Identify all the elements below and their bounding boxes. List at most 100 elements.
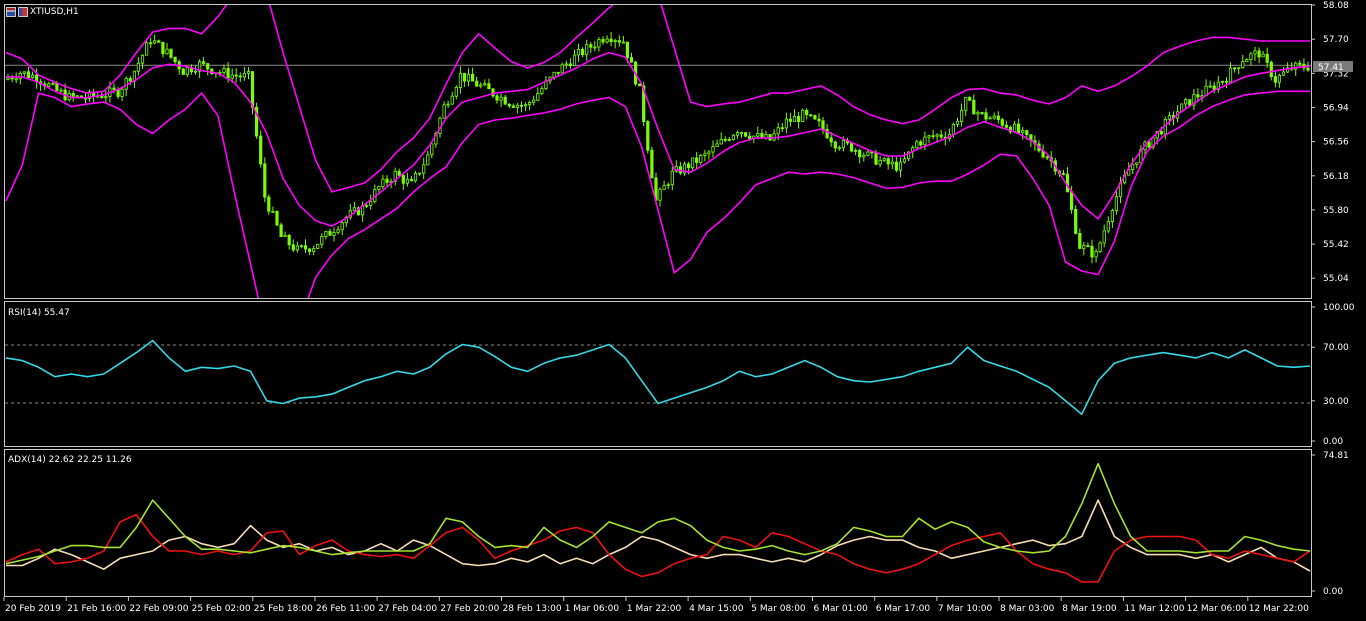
candle-body (784, 118, 789, 129)
candle-body (996, 115, 1000, 120)
candle-body (75, 95, 79, 98)
y-axis-labels: 58.0857.7057.3256.9456.5656.1855.8055.42… (1311, 1, 1355, 597)
candle-body (801, 109, 805, 122)
time-axis-labels: 20 Feb 2019 21 Feb 16:00 22 Feb 09:00 25 Fe… (3, 597, 1309, 614)
candle-body (316, 243, 320, 249)
candle-body (59, 89, 63, 92)
candle-body (988, 117, 992, 120)
candle-body (581, 49, 585, 56)
candle-body (625, 41, 630, 58)
time-tick-label: 7 Mar 10:00 (938, 604, 993, 614)
candle-body (442, 104, 446, 119)
candle-body (511, 105, 515, 108)
price-tick-label: 58.08 (1323, 1, 1349, 11)
candle-body (552, 71, 556, 78)
candle-body (980, 112, 984, 114)
candle-body (609, 38, 613, 42)
candle-body (507, 103, 511, 107)
candle-body (862, 154, 866, 158)
candle-body (687, 163, 691, 169)
candle-body (984, 112, 988, 120)
time-tick-label: 6 Mar 17:00 (876, 604, 931, 614)
candle-body (401, 175, 405, 184)
candle-body (287, 234, 291, 246)
candle-body (536, 93, 540, 101)
candle-body (850, 142, 854, 152)
time-tick-label: 12 Mar 06:00 (1187, 604, 1247, 614)
candle-body (792, 116, 797, 122)
candle-body (939, 134, 943, 138)
candle-body (964, 97, 968, 111)
candle-body (1017, 123, 1021, 134)
candle-body (524, 104, 528, 107)
candle-body (1228, 67, 1233, 83)
candle-body (259, 135, 263, 165)
candle-body (1208, 85, 1212, 88)
candle-body (409, 178, 414, 182)
candle-body (878, 160, 882, 165)
candle-body (169, 48, 173, 58)
candle-body (22, 71, 26, 74)
candle-body (1273, 76, 1277, 83)
candle-body (483, 83, 487, 86)
candle-body (161, 41, 165, 55)
candle-body (470, 73, 475, 82)
candle-body (30, 74, 35, 78)
time-tick-label: 12 Mar 22:00 (1249, 604, 1309, 614)
time-tick-label: 27 Feb 04:00 (378, 604, 437, 614)
symbol-title: XTIUSD,H1 (30, 7, 79, 17)
candle-body (201, 61, 206, 64)
candle-body (328, 230, 332, 236)
candle-body (1106, 221, 1110, 232)
candle-body (992, 115, 996, 119)
candle-body (1253, 50, 1257, 55)
candle-body (1135, 162, 1139, 165)
candle-body (1004, 124, 1009, 128)
candle-body (955, 120, 960, 125)
candle-body (817, 118, 821, 122)
candle-body (597, 39, 601, 48)
candle-body (1265, 53, 1269, 63)
candle-body (707, 151, 711, 155)
candle-body (723, 138, 727, 141)
candle-body (364, 204, 369, 207)
candle-body (397, 170, 401, 176)
time-tick-label: 4 Mar 15:00 (689, 604, 744, 614)
candle-body (560, 64, 564, 74)
candle-body (499, 96, 503, 101)
rsi-layer (5, 339, 1311, 416)
candle-body (593, 46, 597, 49)
rsi-tick-label: 70.00 (1323, 343, 1349, 353)
candle-body (267, 196, 271, 212)
time-tick-label: 8 Mar 03:00 (1000, 604, 1055, 614)
time-tick-label: 22 Feb 09:00 (129, 604, 188, 614)
candle-body (26, 71, 31, 78)
candle-body (866, 151, 870, 156)
chart-canvas[interactable]: 58.0857.7057.3256.9456.5656.1855.8055.42… (0, 0, 1366, 621)
rsi-tick-label: 100.00 (1323, 303, 1355, 313)
candle-body (898, 161, 903, 171)
candle-body (1074, 208, 1078, 234)
candle-body (972, 99, 976, 115)
candle-body (797, 116, 801, 122)
candle-body (1233, 67, 1237, 70)
candle-body (413, 172, 418, 182)
flag-icon (6, 7, 16, 17)
candle-body (446, 103, 450, 106)
candle-body (475, 80, 479, 87)
candle-body (1098, 242, 1102, 252)
time-tick-label: 26 Feb 11:00 (316, 604, 375, 614)
candle-body (124, 78, 128, 90)
candle-body (185, 67, 189, 75)
candle-body (919, 141, 923, 146)
candle-body (1306, 67, 1310, 71)
time-tick-label: 20 Feb 2019 (5, 604, 61, 614)
candle-body (279, 224, 283, 237)
candle-body (238, 75, 242, 78)
candle-body (780, 127, 784, 130)
rsi-title: RSI(14) 55.47 (8, 308, 70, 318)
candle-body (307, 248, 312, 252)
candle-body (275, 210, 279, 226)
candle-body (6, 77, 10, 81)
candle-body (1241, 61, 1245, 69)
